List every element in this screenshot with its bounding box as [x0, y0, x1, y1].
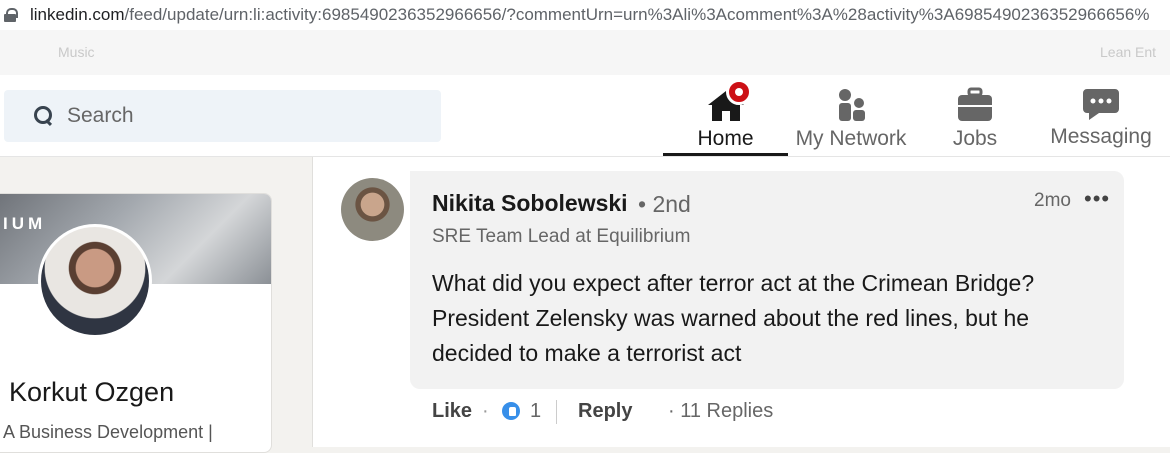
nav-jobs-label: Jobs: [952, 127, 998, 150]
replies-link[interactable]: · 11 Replies: [668, 400, 773, 423]
connection-degree: • 2nd: [638, 191, 691, 217]
lock-icon: [4, 8, 18, 22]
action-divider: [556, 400, 557, 424]
more-options-icon[interactable]: •••: [1084, 186, 1110, 212]
url-host: linkedin.com: [30, 5, 125, 24]
notification-badge: [726, 79, 752, 105]
nav-jobs[interactable]: Jobs: [935, 75, 1015, 157]
top-nav: Home My Network Jobs Messaging: [0, 75, 1170, 157]
messaging-icon: [1083, 89, 1119, 120]
briefcase-icon: [958, 87, 992, 121]
bookmarks-bar: Music Lean Ent: [0, 30, 1170, 75]
like-button[interactable]: Like: [432, 400, 472, 423]
profile-avatar[interactable]: [38, 224, 152, 338]
active-tab-underline: [663, 153, 788, 156]
cover-text: IUM: [3, 214, 47, 233]
search-box[interactable]: [4, 90, 441, 142]
commenter-avatar[interactable]: [341, 178, 404, 241]
search-input[interactable]: [67, 104, 427, 128]
comment-author[interactable]: Nikita Sobolewski: [432, 190, 628, 217]
profile-name[interactable]: Korkut Ozgen: [9, 377, 174, 408]
url-path: /feed/update/urn:li:activity:69854902363…: [124, 5, 1150, 24]
reply-button[interactable]: Reply: [578, 400, 632, 423]
bookmark-music[interactable]: Music: [58, 44, 95, 60]
nav-messaging-label: Messaging: [1050, 125, 1152, 148]
like-count[interactable]: 1: [530, 400, 541, 423]
bookmark-lean-ent[interactable]: Lean Ent: [1100, 44, 1156, 60]
search-icon: [34, 106, 54, 126]
people-icon: [839, 89, 865, 121]
comment-time: 2mo: [1034, 190, 1071, 211]
separator-dot: ·: [482, 400, 489, 422]
author-headline: SRE Team Lead at Equilibrium: [432, 226, 691, 247]
nav-home[interactable]: Home: [663, 75, 788, 157]
nav-my-network[interactable]: My Network: [792, 75, 910, 157]
comment-text: What did you expect after terror act at …: [432, 270, 1035, 366]
nav-my-network-label: My Network: [795, 127, 907, 150]
nav-messaging[interactable]: Messaging: [1045, 75, 1157, 157]
address-bar[interactable]: linkedin.com/feed/update/urn:li:activity…: [0, 0, 1170, 30]
profile-subtitle: A Business Development |: [3, 422, 213, 442]
nav-home-label: Home: [697, 127, 754, 150]
like-reaction-icon: [500, 400, 522, 422]
profile-card: IUM Korkut Ozgen A Business Development …: [0, 193, 272, 453]
